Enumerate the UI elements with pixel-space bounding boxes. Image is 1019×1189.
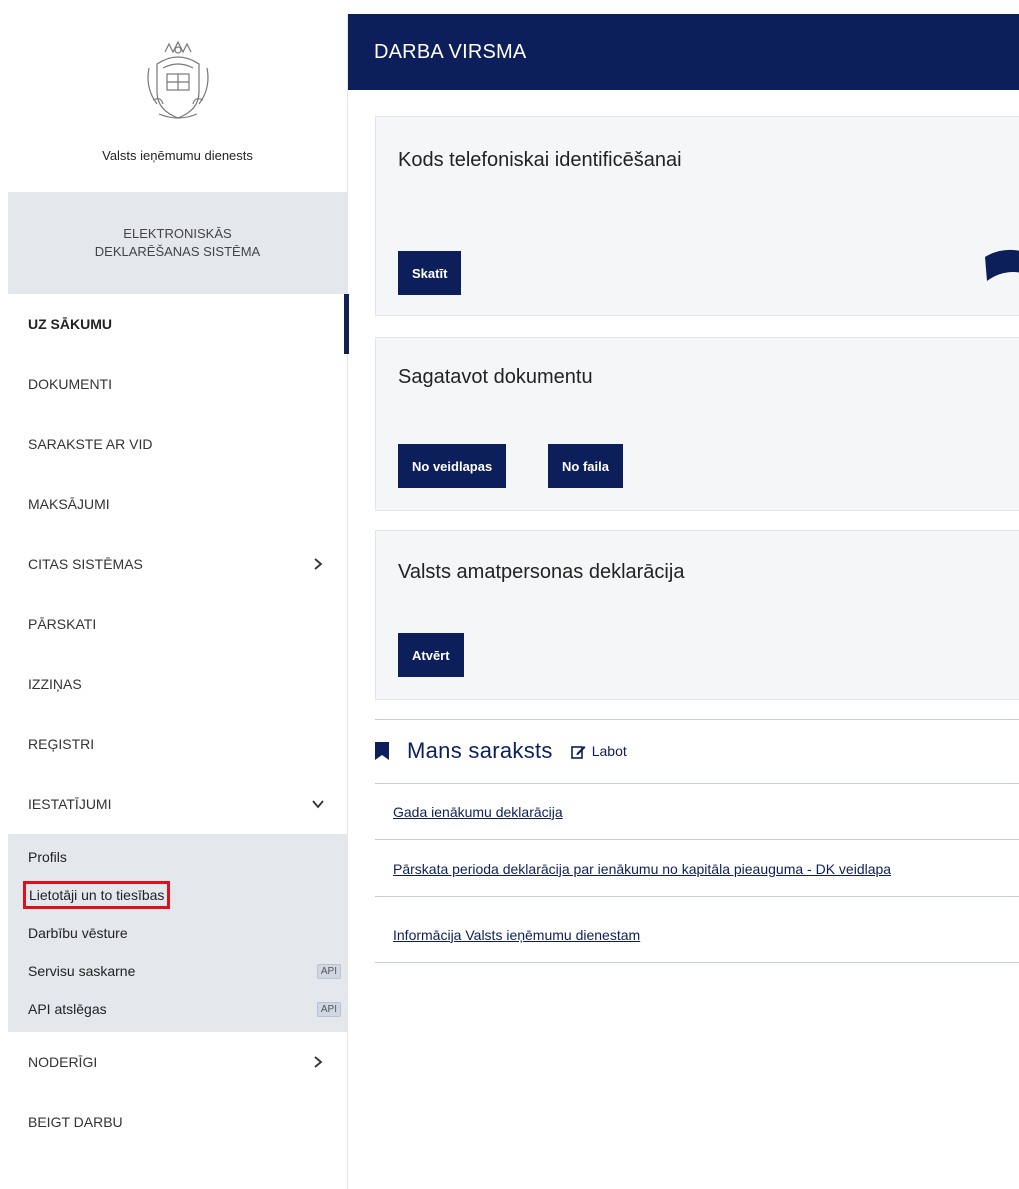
sidebar-item-label: SARAKSTE AR VID (28, 436, 153, 452)
list-item: Pārskata perioda deklarācija par ienākum… (375, 841, 1019, 897)
divider (375, 719, 1019, 720)
card-title: Kods telefoniskai identificēšanai (398, 149, 682, 171)
card-prepare-document: Sagatavot dokumentu No veidlapas No fail… (375, 337, 1019, 511)
my-list-title: Mans saraksts (407, 738, 553, 763)
sidebar-item-izzinas[interactable]: IZZIŅAS (8, 654, 347, 714)
sidebar-item-label: MAKSĀJUMI (28, 496, 110, 512)
sidebar-item-citas-sistemas[interactable]: CITAS SISTĒMAS (8, 534, 347, 594)
sidebar-nav: UZ SĀKUMU DOKUMENTI SARAKSTE AR VID MAKS… (8, 294, 349, 1152)
api-badge: API (316, 1001, 341, 1017)
system-name-line-2: DEKLARĒŠANAS SISTĒMA (94, 244, 261, 259)
chevron-down-icon (312, 800, 324, 809)
subnav-item-label: Profils (28, 849, 67, 865)
sidebar-item-label: NODERĪGI (28, 1054, 98, 1070)
sidebar-item-parskati[interactable]: PĀRSKATI (8, 594, 347, 654)
sidebar-item-registri[interactable]: REĢISTRI (8, 714, 347, 774)
sidebar-item-label: DOKUMENTI (28, 376, 112, 392)
sidebar-item-noderigi[interactable]: NODERĪGI (8, 1032, 347, 1092)
phone-icon (985, 249, 1019, 281)
edit-icon (570, 745, 586, 759)
sidebar-item-label: REĢISTRI (28, 736, 95, 752)
sidebar-item-label: IESTATĪJUMI (28, 796, 112, 812)
edit-label: Labot (591, 743, 627, 759)
system-name-block: ELEKTRONISKĀS DEKLARĒŠANAS SISTĒMA (8, 192, 347, 294)
sidebar-item-beigt-darbu[interactable]: BEIGT DARBU (8, 1092, 347, 1152)
list-item: Gada ienākumu deklarācija (375, 784, 1019, 840)
sidebar-item-label: CITAS SISTĒMAS (28, 556, 143, 572)
subnav-item-servisu-saskarne[interactable]: Servisu saskarne API (8, 952, 347, 990)
sidebar-item-dokumenti[interactable]: DOKUMENTI (8, 354, 347, 414)
card-title: Sagatavot dokumentu (398, 366, 593, 388)
my-list-header: Mans saraksts Labot (375, 738, 627, 764)
sidebar-item-label: IZZIŅAS (28, 676, 82, 692)
from-file-button[interactable]: No faila (548, 444, 623, 488)
subnav-item-lietotaji-un-to-tiesibas[interactable]: Lietotāji un to tiesības (8, 876, 347, 914)
sidebar: Valsts ieņēmumu dienests ELEKTRONISKĀS D… (8, 14, 349, 1189)
sidebar-item-sarakste-ar-vid[interactable]: SARAKSTE AR VID (8, 414, 347, 474)
page-title: DARBA VIRSMA (374, 40, 527, 63)
subnav-item-label: Darbību vēsture (28, 925, 128, 941)
sidebar-item-label: UZ SĀKUMU (28, 316, 112, 332)
page-header: DARBA VIRSMA (348, 14, 1019, 90)
list-link[interactable]: Pārskata perioda deklarācija par ienākum… (393, 861, 891, 877)
subnav-item-darbibu-vesture[interactable]: Darbību vēsture (8, 914, 347, 952)
sidebar-item-uz-sakumu[interactable]: UZ SĀKUMU (8, 294, 349, 354)
subnav-item-api-atslegas[interactable]: API atslēgas API (8, 990, 347, 1028)
coat-of-arms-logo (146, 40, 209, 119)
subnav-item-label: API atslēgas (28, 1001, 107, 1017)
list-item: Informācija Valsts ieņēmumu dienestam (375, 907, 1019, 963)
logo-block: Valsts ieņēmumu dienests (8, 14, 347, 192)
sidebar-item-label: BEIGT DARBU (28, 1114, 123, 1130)
card-official-declaration: Valsts amatpersonas deklarācija Atvērt (375, 530, 1019, 700)
subnav-item-label: Lietotāji un to tiesības (22, 881, 171, 909)
settings-subnav: Profils Lietotāji un to tiesības Darbību… (8, 834, 347, 1032)
list-link[interactable]: Gada ienākumu deklarācija (393, 804, 563, 820)
system-name-line-1: ELEKTRONISKĀS (123, 226, 232, 241)
card-phone-identification: Kods telefoniskai identificēšanai Skatīt (375, 116, 1019, 316)
from-template-button[interactable]: No veidlapas (398, 444, 507, 488)
subnav-item-label: Servisu saskarne (28, 963, 136, 979)
edit-list-button[interactable]: Labot (570, 743, 627, 759)
open-button[interactable]: Atvērt (398, 633, 464, 677)
org-name: Valsts ieņēmumu dienests (102, 148, 253, 163)
api-badge: API (316, 963, 341, 979)
card-title: Valsts amatpersonas deklarācija (398, 561, 685, 583)
subnav-item-profils[interactable]: Profils (8, 838, 347, 876)
chevron-right-icon (314, 1056, 323, 1068)
sidebar-item-label: PĀRSKATI (28, 616, 97, 632)
bookmark-icon (375, 742, 389, 760)
view-button[interactable]: Skatīt (398, 251, 462, 295)
chevron-right-icon (314, 558, 323, 570)
list-link[interactable]: Informācija Valsts ieņēmumu dienestam (393, 927, 640, 943)
sidebar-item-iestatijumi[interactable]: IESTATĪJUMI (8, 774, 347, 834)
sidebar-item-maksajumi[interactable]: MAKSĀJUMI (8, 474, 347, 534)
app: Valsts ieņēmumu dienests ELEKTRONISKĀS D… (0, 0, 1019, 1189)
